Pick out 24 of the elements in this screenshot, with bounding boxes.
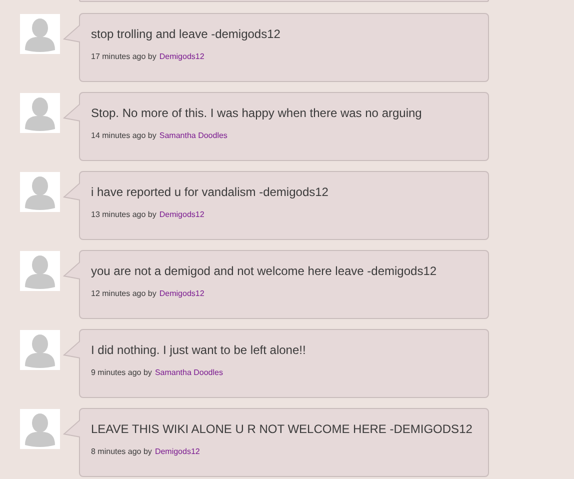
author-link[interactable]: Demigods12 — [159, 210, 204, 219]
comment-text: Stop. No more of this. I was happy when there was no arguing — [91, 105, 423, 121]
avatar-icon — [20, 330, 60, 370]
comment-timestamp: 12 minutes ago by — [91, 289, 156, 298]
comment-text: you are not a demigod and not welcome here leave -demigods12 — [91, 263, 438, 279]
avatar-icon — [20, 93, 60, 133]
comment-timestamp: 14 minutes ago by — [91, 131, 156, 140]
comment-timestamp: 13 minutes ago by — [91, 210, 156, 219]
comment-timestamp: 8 minutes ago by — [91, 447, 152, 456]
comment-text: stop trolling and leave -demigods12 — [91, 26, 282, 42]
avatar-icon — [20, 251, 60, 291]
author-link[interactable]: Demigods12 — [159, 289, 204, 298]
comment-timestamp: 9 minutes ago by — [91, 368, 152, 377]
author-link[interactable]: Samantha Doodles — [159, 131, 228, 140]
comment-timestamp: 17 minutes ago by — [91, 52, 156, 61]
avatar-icon — [20, 14, 60, 54]
comment-text: I did nothing. I just want to be left alone!! — [91, 342, 307, 358]
author-link[interactable]: Demigods12 — [159, 52, 204, 61]
comment-text: LEAVE THIS WIKI ALONE U R NOT WELCOME HERE -DEMIGODS12 — [91, 421, 474, 437]
avatar-icon — [20, 409, 60, 449]
avatar-icon — [20, 172, 60, 212]
author-link[interactable]: Demigods12 — [154, 447, 200, 456]
author-link[interactable]: Samantha Doodles — [154, 368, 223, 377]
comment-text: i have reported u for vandalism -demigods12 — [91, 184, 330, 200]
